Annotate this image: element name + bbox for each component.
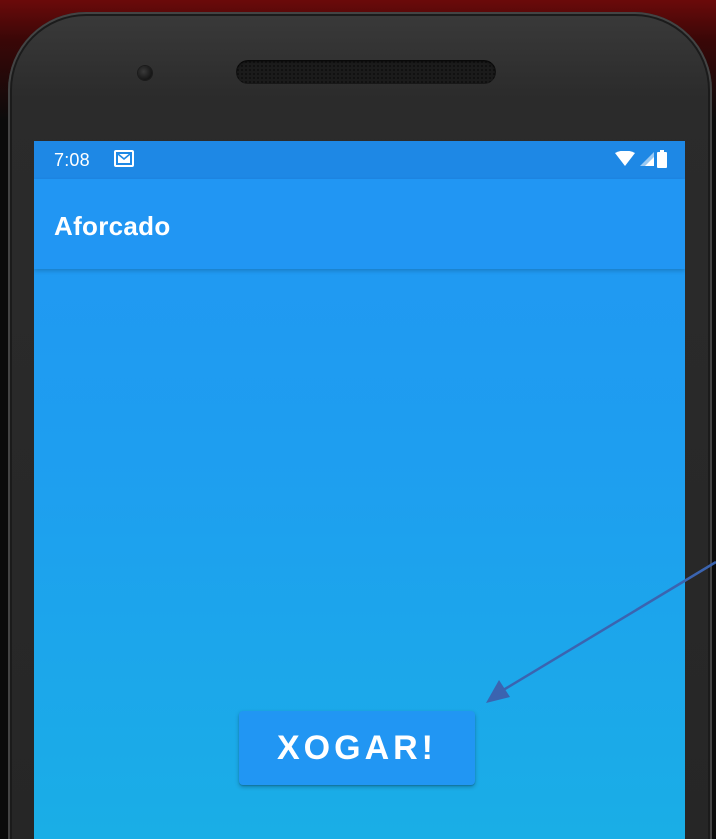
signal-icon	[640, 152, 654, 166]
battery-icon	[657, 150, 667, 168]
app-bar: Aforcado	[34, 179, 685, 269]
status-bar: 7:08	[34, 141, 685, 179]
status-icons	[615, 149, 667, 169]
phone-screen: 7:08 Aforcado XOGAR!	[34, 141, 685, 839]
gmail-icon	[114, 150, 134, 167]
earpiece-speaker	[236, 60, 496, 84]
wifi-icon	[615, 151, 635, 166]
play-button[interactable]: XOGAR!	[239, 711, 475, 785]
front-camera-icon	[138, 66, 152, 80]
app-title: Aforcado	[54, 211, 171, 241]
status-time: 7:08	[54, 150, 90, 170]
stage: 7:08 Aforcado XOGAR!	[0, 0, 716, 839]
